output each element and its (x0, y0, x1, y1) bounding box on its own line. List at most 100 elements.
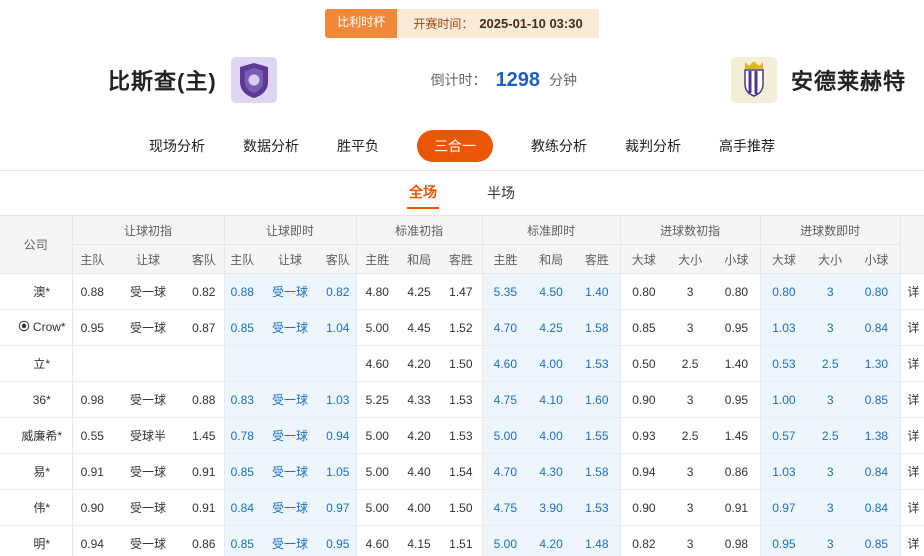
odds-handicap-live-b (260, 346, 320, 382)
company-link[interactable]: 明* (0, 526, 72, 556)
scope-tab-full-match[interactable]: 全场 (407, 177, 439, 209)
detail-link[interactable]: 详 (900, 418, 924, 454)
company-name: 36* (33, 393, 51, 407)
odds-standard-live-c: 1.48 (574, 526, 620, 556)
nav-tab-expert-picks[interactable]: 高手推荐 (719, 136, 775, 156)
group-header-handicap-live: 让球即时 (224, 216, 356, 245)
odds-handicap-initial-a: 0.91 (72, 454, 112, 490)
company-name: 伟* (33, 501, 50, 515)
odds-goals-initial-a: 0.85 (620, 310, 667, 346)
odds-standard-live-b: 3.90 (528, 490, 574, 526)
company-link[interactable]: 澳* (0, 274, 72, 310)
page: 比利时杯 开赛时间： 2025-01-10 03:30 比斯查(主) 倒计时： … (0, 0, 924, 556)
nav-tab-live-analysis[interactable]: 现场分析 (149, 136, 205, 156)
company-name: 明* (33, 537, 50, 551)
odds-goals-live-c: 1.38 (853, 418, 900, 454)
odds-standard-live-a: 5.35 (482, 274, 528, 310)
detail-link[interactable]: 详 (900, 382, 924, 418)
odds-handicap-initial-a: 0.94 (72, 526, 112, 556)
sub-header-handicap-live-1: 让球 (260, 245, 320, 274)
company-link[interactable]: 威廉希* (0, 418, 72, 454)
odds-standard-live-b: 4.30 (528, 454, 574, 490)
odds-handicap-initial-a: 0.95 (72, 310, 112, 346)
league-badge[interactable]: 比利时杯 (325, 9, 397, 38)
odds-standard-initial-a: 5.00 (356, 418, 398, 454)
odds-standard-initial-a: 5.00 (356, 454, 398, 490)
nav-tab-three-in-one[interactable]: 三合一 (417, 130, 493, 162)
odds-handicap-live-a: 0.83 (224, 382, 260, 418)
company-link[interactable]: 伟* (0, 490, 72, 526)
odds-goals-live-c: 1.30 (853, 346, 900, 382)
odds-handicap-live-b: 受一球 (260, 310, 320, 346)
group-header-standard-initial: 标准初指 (356, 216, 482, 245)
odds-goals-initial-b: 3 (667, 310, 713, 346)
odds-goals-live-a: 0.57 (760, 418, 807, 454)
odds-handicap-live-a: 0.85 (224, 526, 260, 556)
odds-goals-initial-b: 3 (667, 382, 713, 418)
odds-goals-initial-b: 2.5 (667, 346, 713, 382)
odds-standard-initial-b: 4.20 (398, 418, 440, 454)
odds-standard-initial-c: 1.53 (440, 382, 482, 418)
odds-handicap-live-b: 受一球 (260, 274, 320, 310)
sub-header-goals-initial-0: 大球 (620, 245, 667, 274)
detail-link[interactable]: 详 (900, 346, 924, 382)
odds-goals-initial-a: 0.50 (620, 346, 667, 382)
odds-goals-live-b: 3 (807, 310, 853, 346)
odds-goals-live-a: 1.03 (760, 310, 807, 346)
sub-header-handicap-initial-1: 让球 (112, 245, 184, 274)
group-header-goals-initial: 进球数初指 (620, 216, 760, 245)
odds-standard-live-a: 4.70 (482, 310, 528, 346)
odds-handicap-live-b: 受一球 (260, 490, 320, 526)
odds-goals-initial-c: 0.95 (713, 310, 760, 346)
odds-standard-live-a: 4.70 (482, 454, 528, 490)
odds-row: Crow*0.95受一球0.870.85受一球1.045.004.451.524… (0, 310, 924, 346)
sub-header-standard-initial-2: 客胜 (440, 245, 482, 274)
nav-tab-coach-analysis[interactable]: 教练分析 (531, 136, 587, 156)
company-link[interactable]: 36* (0, 382, 72, 418)
odds-standard-initial-c: 1.52 (440, 310, 482, 346)
odds-handicap-live-c: 1.04 (320, 310, 356, 346)
detail-link[interactable]: 详 (900, 454, 924, 490)
odds-standard-initial-a: 5.00 (356, 490, 398, 526)
company-name: 威廉希* (21, 429, 62, 443)
nav-tab-win-draw-loss[interactable]: 胜平负 (337, 136, 379, 156)
company-link[interactable]: 易* (0, 454, 72, 490)
odds-standard-live-a: 5.00 (482, 526, 528, 556)
odds-handicap-initial-b: 受一球 (112, 454, 184, 490)
start-time-strip: 开赛时间： 2025-01-10 03:30 (397, 9, 598, 38)
odds-goals-live-c: 0.84 (853, 454, 900, 490)
odds-handicap-live-a (224, 346, 260, 382)
sub-header-goals-live-1: 大小 (807, 245, 853, 274)
detail-link[interactable]: 详 (900, 526, 924, 556)
nav-tab-referee-analysis[interactable]: 裁判分析 (625, 136, 681, 156)
odds-handicap-live-b: 受一球 (260, 526, 320, 556)
odds-goals-live-b: 3 (807, 490, 853, 526)
home-team-name: 比斯查(主) (108, 64, 217, 96)
detail-link[interactable]: 详 (900, 310, 924, 346)
detail-link[interactable]: 详 (900, 490, 924, 526)
odds-standard-initial-c: 1.53 (440, 418, 482, 454)
countdown-value: 1298 (491, 69, 546, 92)
odds-handicap-initial-a (72, 346, 112, 382)
odds-goals-live-c: 0.85 (853, 382, 900, 418)
start-time-value: 2025-01-10 03:30 (479, 16, 582, 31)
detail-link[interactable]: 详 (900, 274, 924, 310)
sub-header-standard-live-2: 客胜 (574, 245, 620, 274)
odds-standard-initial-b: 4.33 (398, 382, 440, 418)
odds-handicap-initial-c: 1.45 (184, 418, 224, 454)
odds-goals-live-b: 2.5 (807, 418, 853, 454)
nav-tab-data-analysis[interactable]: 数据分析 (243, 136, 299, 156)
odds-goals-live-a: 0.97 (760, 490, 807, 526)
odds-goals-initial-c: 0.98 (713, 526, 760, 556)
sub-header-goals-initial-1: 大小 (667, 245, 713, 274)
company-link[interactable]: 立* (0, 346, 72, 382)
odds-goals-live-a: 1.03 (760, 454, 807, 490)
odds-goals-initial-b: 3 (667, 274, 713, 310)
odds-handicap-initial-b: 受一球 (112, 310, 184, 346)
odds-goals-initial-a: 0.90 (620, 382, 667, 418)
group-header-standard-live: 标准即时 (482, 216, 620, 245)
company-link[interactable]: Crow* (0, 310, 72, 346)
countdown: 倒计时： 1298 分钟 (431, 69, 578, 92)
scope-tab-half-match[interactable]: 半场 (485, 178, 517, 208)
odds-goals-initial-c: 1.45 (713, 418, 760, 454)
